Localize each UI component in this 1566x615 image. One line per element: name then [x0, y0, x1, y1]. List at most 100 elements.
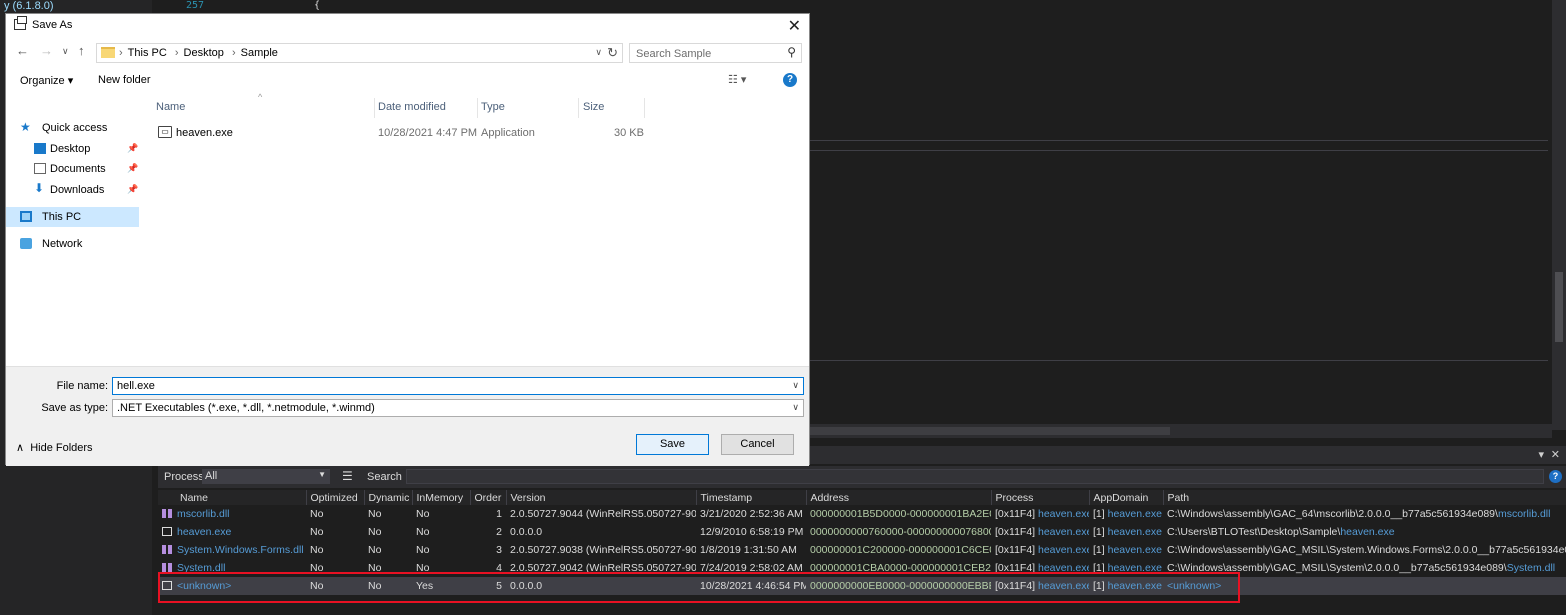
editor-horizontal-scrollbar[interactable] [810, 424, 1552, 438]
column-size[interactable]: Size [583, 101, 604, 113]
version-cell: 2.0.50727.9044 (WinRelRS5.050727-9000) [510, 508, 696, 520]
column-divider[interactable] [644, 98, 645, 118]
version-cell: 2.0.50727.9042 (WinRelRS5.050727-9000) [510, 562, 696, 574]
filter-icon[interactable]: ☰ [342, 469, 353, 483]
breadcrumb-item[interactable]: Sample [241, 47, 278, 59]
hide-folders-label: Hide Folders [30, 442, 93, 454]
modules-search-input[interactable] [406, 469, 1544, 484]
breadcrumb-item[interactable]: Desktop [184, 47, 224, 59]
version-cell: 2.0.50727.9038 (WinRelRS5.050727-9000) [510, 544, 696, 556]
column-header[interactable]: InMemory [412, 490, 471, 505]
appdomain-cell: [1] heaven.exe [1093, 544, 1162, 556]
folder-search-input[interactable]: Search Sample ⚲ [629, 43, 802, 63]
dynamic-cell: No [368, 562, 382, 574]
panel-close-icon[interactable]: ✕ [1551, 448, 1560, 461]
column-header[interactable]: Optimized [306, 490, 365, 505]
nav-item-documents[interactable]: Documents 📌 [6, 159, 139, 179]
breadcrumb-item[interactable]: This PC [128, 47, 167, 59]
column-header[interactable]: Version [506, 490, 697, 505]
address-bar[interactable]: › This PC › Desktop › Sample ∨ ↻ [96, 43, 623, 63]
modules-table: Name Optimized Dynamic InMemory Order Ve… [158, 490, 1566, 595]
save-button[interactable]: Save [636, 434, 709, 455]
search-label: Search [367, 471, 402, 483]
timestamp-cell: 10/28/2021 4:46:54 PM [696, 577, 806, 595]
file-type: Application [481, 127, 535, 139]
file-name-field[interactable]: hell.exe ∨ [112, 377, 804, 395]
help-icon[interactable]: ? [1549, 470, 1562, 483]
module-name: System.dll [177, 562, 226, 574]
close-icon[interactable]: ✕ [788, 16, 801, 36]
assembly-version-text: y (6.1.8.0) [4, 0, 54, 12]
hide-folders-button[interactable]: ∧ Hide Folders [16, 441, 93, 454]
column-header[interactable]: Process [991, 490, 1090, 505]
file-name-label: File name: [56, 380, 108, 392]
save-fields: File name: hell.exe ∨ Save as type: .NET… [6, 366, 809, 466]
table-row[interactable]: heaven.exe No No No 2 0.0.0.0 12/9/2010 … [158, 523, 1566, 541]
column-header[interactable]: Timestamp [696, 490, 807, 505]
chevron-down-icon[interactable]: ∨ [792, 380, 799, 391]
table-row[interactable]: System.Windows.Forms.dll No No No 3 2.0.… [158, 541, 1566, 559]
table-row[interactable]: <unknown> No No Yes 5 0.0.0.0 10/28/2021… [158, 577, 1566, 595]
panel-menu-icon[interactable]: ▾ [1538, 448, 1544, 461]
pin-icon[interactable]: 📌 [127, 163, 138, 174]
nav-item-this-pc[interactable]: This PC [6, 207, 139, 227]
editor-divider [810, 150, 1548, 151]
back-arrow-icon[interactable]: ← [16, 43, 29, 58]
nav-item-label: Quick access [42, 122, 108, 134]
scrollbar-thumb[interactable] [1555, 272, 1563, 342]
pin-icon[interactable]: 📌 [127, 184, 138, 195]
inmemory-cell: No [416, 544, 430, 556]
editor-vertical-scrollbar[interactable] [1552, 0, 1566, 430]
nav-item-label: Documents [50, 163, 106, 175]
breadcrumb: › This PC › Desktop › Sample [119, 47, 278, 59]
column-divider[interactable] [477, 98, 478, 118]
address-cell: 000000001CBA0000-000000001CEB2000 [810, 562, 991, 574]
file-size: 30 KB [614, 127, 644, 139]
nav-item-desktop[interactable]: Desktop 📌 [6, 139, 139, 159]
column-type[interactable]: Type [481, 101, 505, 113]
column-header[interactable]: Path [1163, 490, 1566, 505]
column-header[interactable]: Name [158, 490, 307, 505]
nav-item-quick-access[interactable]: ★ Quick access [6, 118, 139, 138]
new-folder-button[interactable]: New folder [98, 74, 151, 86]
column-divider[interactable] [374, 98, 375, 118]
column-date[interactable]: Date modified [378, 101, 446, 113]
column-header[interactable]: Address [806, 490, 992, 505]
path-cell: C:\Windows\assembly\GAC_MSIL\System\2.0.… [1167, 562, 1556, 574]
organize-button[interactable]: Organize ▾ [20, 74, 73, 87]
timestamp-cell: 3/21/2020 2:52:36 AM [700, 508, 803, 520]
column-header[interactable]: AppDomain [1089, 490, 1164, 505]
editor-divider [810, 360, 1548, 361]
appdomain-cell: [1] heaven.exe [1093, 562, 1162, 574]
column-header[interactable]: Order [470, 490, 507, 505]
chevron-down-icon: ▼ [318, 470, 326, 479]
nav-item-network[interactable]: Network [6, 234, 139, 254]
address-cell: 000000001B5D0000-000000001BA2E000 [810, 508, 991, 520]
refresh-icon[interactable]: ↻ [607, 45, 618, 61]
chevron-down-icon[interactable]: ∨ [595, 47, 602, 58]
dynamic-cell: No [368, 526, 382, 538]
help-icon[interactable]: ? [783, 73, 797, 87]
forward-arrow-icon[interactable]: → [40, 43, 53, 58]
address-cell: 0000000000EB0000-0000000000EBBE08 [806, 577, 991, 595]
pin-icon[interactable]: 📌 [127, 143, 138, 154]
navigation-pane: ★ Quick access Desktop 📌 Documents 📌 ⬇ D… [6, 94, 139, 364]
column-name[interactable]: Name [156, 101, 185, 113]
up-arrow-icon[interactable]: ↑ [78, 43, 85, 58]
dialog-titlebar: Save As ✕ [6, 14, 809, 38]
recent-locations-chevron-icon[interactable]: ∨ [62, 46, 69, 57]
column-divider[interactable] [578, 98, 579, 118]
code-brace: { [314, 0, 321, 11]
appdomain-cell: [1] heaven.exe [1089, 577, 1163, 595]
scrollbar-thumb[interactable] [810, 427, 1170, 435]
save-type-select[interactable]: .NET Executables (*.exe, *.dll, *.netmod… [112, 399, 804, 417]
nav-item-downloads[interactable]: ⬇ Downloads 📌 [6, 180, 139, 200]
process-select[interactable]: All ▼ [202, 469, 330, 484]
file-item[interactable]: ▭ heaven.exe 10/28/2021 4:47 PM Applicat… [152, 124, 802, 144]
view-options-icon[interactable]: ☷ ▾ [728, 73, 746, 86]
table-row[interactable]: mscorlib.dll No No No 1 2.0.50727.9044 (… [158, 505, 1566, 523]
table-row[interactable]: System.dll No No No 4 2.0.50727.9042 (Wi… [158, 559, 1566, 577]
chevron-down-icon: ∨ [792, 402, 799, 412]
column-header[interactable]: Dynamic [364, 490, 413, 505]
cancel-button[interactable]: Cancel [721, 434, 794, 455]
